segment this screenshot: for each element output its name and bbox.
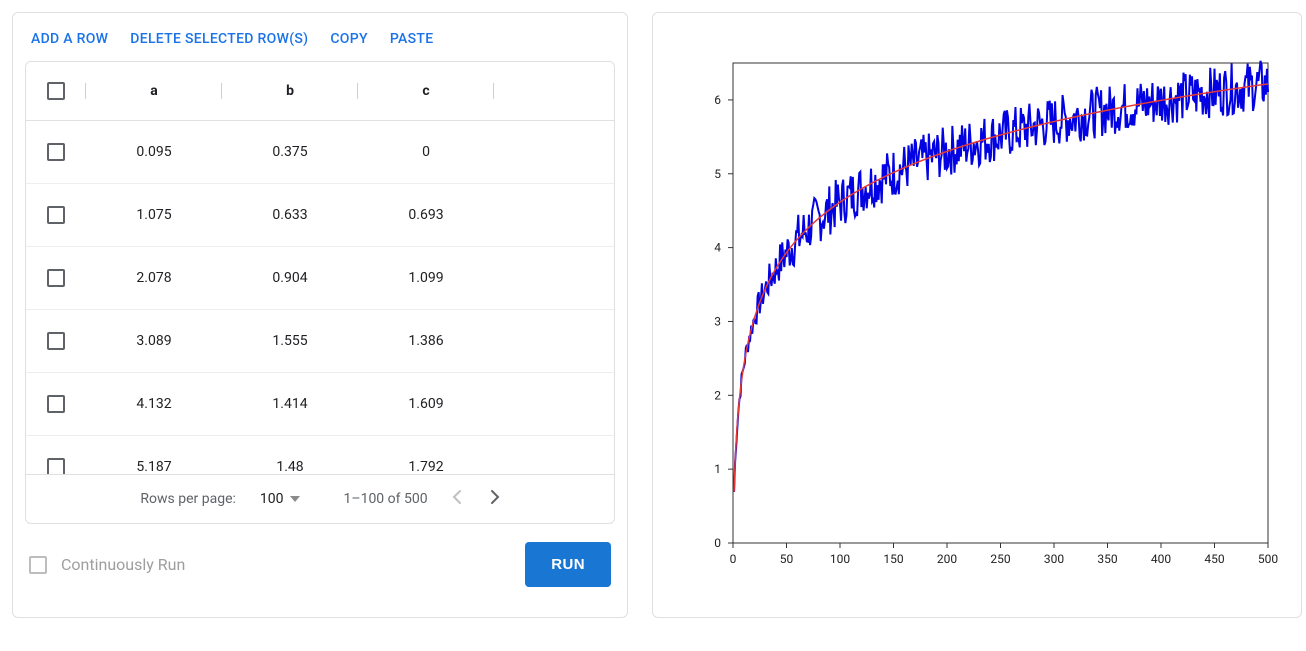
chevron-right-icon <box>490 489 500 505</box>
svg-text:100: 100 <box>830 552 850 566</box>
delete-rows-button[interactable]: DELETE SELECTED ROW(S) <box>130 31 308 47</box>
prev-page-button[interactable] <box>452 489 462 509</box>
table-header: a b c <box>26 62 614 121</box>
svg-text:300: 300 <box>1044 552 1064 566</box>
continuous-run-label: Continuously Run <box>61 555 185 574</box>
row-checkbox[interactable] <box>47 206 65 224</box>
cell-a[interactable]: 2.078 <box>86 247 222 310</box>
page-size-select[interactable]: 100 <box>260 491 300 507</box>
row-checkbox[interactable] <box>47 395 65 413</box>
data-grid: a b c 0.0950.37501.0750.6330.6932.0780.9… <box>25 61 615 524</box>
svg-text:4: 4 <box>714 241 721 255</box>
svg-text:2: 2 <box>714 388 721 402</box>
svg-text:200: 200 <box>937 552 957 566</box>
svg-text:150: 150 <box>883 552 903 566</box>
cell-a[interactable]: 3.089 <box>86 310 222 373</box>
row-checkbox[interactable] <box>47 269 65 287</box>
paste-button[interactable]: PASTE <box>390 31 434 47</box>
run-button[interactable]: RUN <box>525 542 611 587</box>
table-row[interactable]: 5.1871.481.792 <box>26 436 614 475</box>
cell-c[interactable]: 0.693 <box>358 184 494 247</box>
row-checkbox[interactable] <box>47 458 65 474</box>
line-chart: 0 50 100 150 200 250 300 350 400 450 500 0 1 2 3 4 5 6 <box>673 33 1283 593</box>
table-row[interactable]: 1.0750.6330.693 <box>26 184 614 247</box>
svg-text:250: 250 <box>990 552 1010 566</box>
column-header-a[interactable]: a <box>86 62 222 121</box>
table-row[interactable]: 0.0950.3750 <box>26 121 614 184</box>
cell-b[interactable]: 0.904 <box>222 247 358 310</box>
column-header-b[interactable]: b <box>222 62 358 121</box>
cell-c[interactable]: 1.099 <box>358 247 494 310</box>
cell-a[interactable]: 1.075 <box>86 184 222 247</box>
svg-text:400: 400 <box>1151 552 1171 566</box>
cell-c[interactable]: 1.792 <box>358 436 494 475</box>
copy-button[interactable]: COPY <box>330 31 367 47</box>
table-toolbar: ADD A ROW DELETE SELECTED ROW(S) COPY PA… <box>25 31 615 61</box>
svg-text:3: 3 <box>714 314 721 328</box>
svg-text:350: 350 <box>1097 552 1117 566</box>
page-range: 1–100 of 500 <box>344 491 428 507</box>
dropdown-icon <box>290 496 300 502</box>
table-row[interactable]: 3.0891.5551.386 <box>26 310 614 373</box>
cell-a[interactable]: 5.187 <box>86 436 222 475</box>
svg-text:0: 0 <box>730 552 737 566</box>
continuous-run-checkbox[interactable] <box>29 556 47 574</box>
cell-b[interactable]: 0.633 <box>222 184 358 247</box>
row-checkbox[interactable] <box>47 332 65 350</box>
table-row[interactable]: 4.1321.4141.609 <box>26 373 614 436</box>
rows-per-page-label: Rows per page: <box>140 491 235 507</box>
cell-a[interactable]: 4.132 <box>86 373 222 436</box>
data-panel: ADD A ROW DELETE SELECTED ROW(S) COPY PA… <box>12 12 628 618</box>
cell-c[interactable]: 0 <box>358 121 494 184</box>
cell-c[interactable]: 1.609 <box>358 373 494 436</box>
next-page-button[interactable] <box>490 489 500 509</box>
svg-text:6: 6 <box>714 93 721 107</box>
cell-b[interactable]: 1.48 <box>222 436 358 475</box>
cell-b[interactable]: 1.555 <box>222 310 358 373</box>
svg-text:50: 50 <box>780 552 794 566</box>
chart-panel: 0 50 100 150 200 250 300 350 400 450 500 0 1 2 3 4 5 6 <box>652 12 1302 618</box>
cell-b[interactable]: 0.375 <box>222 121 358 184</box>
table-row[interactable]: 2.0780.9041.099 <box>26 247 614 310</box>
row-checkbox[interactable] <box>47 143 65 161</box>
paginator: Rows per page: 100 1–100 of 500 <box>26 474 614 523</box>
continuous-run-toggle[interactable]: Continuously Run <box>29 555 185 574</box>
select-all-checkbox[interactable] <box>47 82 65 100</box>
svg-text:450: 450 <box>1204 552 1224 566</box>
column-header-c[interactable]: c <box>358 62 494 121</box>
svg-text:5: 5 <box>714 167 721 181</box>
cell-c[interactable]: 1.386 <box>358 310 494 373</box>
cell-a[interactable]: 0.095 <box>86 121 222 184</box>
svg-text:0: 0 <box>714 536 721 550</box>
panel-footer: Continuously Run RUN <box>25 542 615 587</box>
chevron-left-icon <box>452 489 462 505</box>
svg-text:1: 1 <box>714 462 721 476</box>
table-body: 0.0950.37501.0750.6330.6932.0780.9041.09… <box>26 121 614 475</box>
add-row-button[interactable]: ADD A ROW <box>31 31 108 47</box>
svg-text:500: 500 <box>1258 552 1278 566</box>
cell-b[interactable]: 1.414 <box>222 373 358 436</box>
